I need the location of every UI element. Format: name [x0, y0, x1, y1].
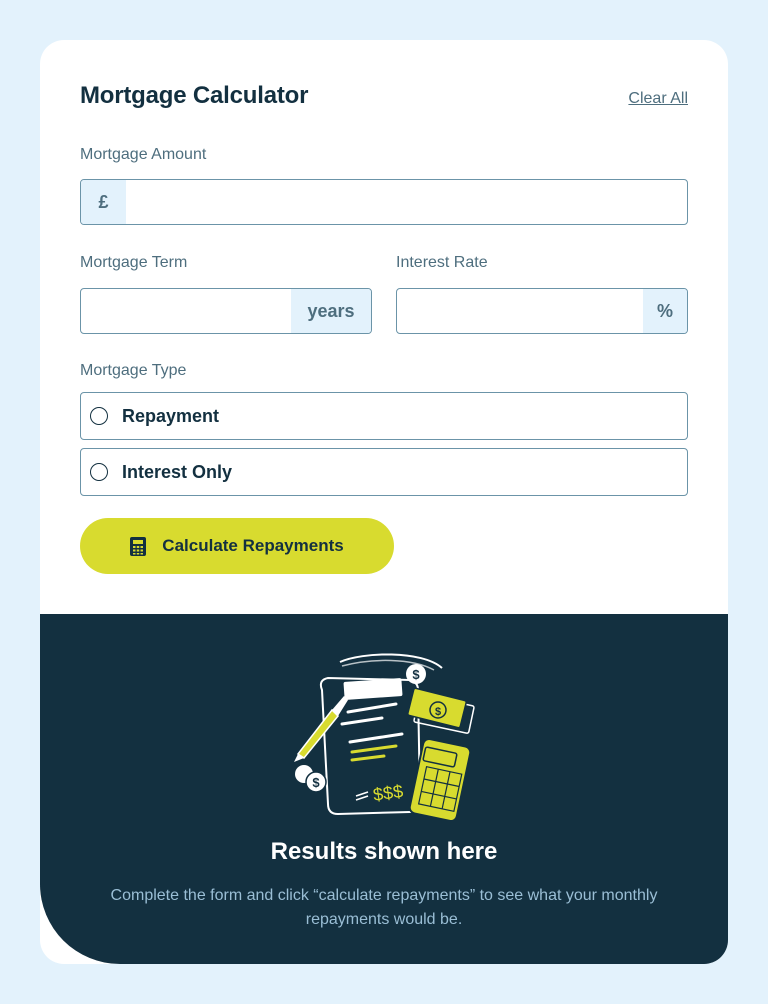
results-title: Results shown here [270, 838, 498, 865]
interest-rate-field: % [396, 288, 688, 334]
svg-text:$: $ [312, 775, 320, 790]
interest-rate-input[interactable] [397, 289, 643, 333]
calculate-button-label: Calculate Repayments [162, 536, 344, 555]
radio-option-repayment[interactable]: Repayment [80, 392, 688, 440]
svg-text:$: $ [412, 667, 420, 682]
mortgage-term-field: years [80, 288, 372, 334]
mortgage-amount-label: Mortgage Amount [80, 146, 207, 163]
calculator-icon [130, 536, 147, 556]
mortgage-type-label: Mortgage Type [80, 362, 187, 379]
mortgage-amount-field: £ [80, 179, 688, 225]
results-panel: $$$ $ $ $ Results shown here Complete th… [40, 614, 728, 964]
results-description: Complete the form and click “calculate r… [110, 887, 658, 928]
calculate-repayments-button[interactable]: Calculate Repayments [80, 518, 394, 574]
interest-rate-label: Interest Rate [396, 254, 488, 271]
dollar-signs-text: $$$ [372, 781, 405, 805]
svg-text:$: $ [435, 706, 441, 718]
radio-button[interactable] [90, 407, 108, 425]
radio-label-interest-only: Interest Only [122, 461, 233, 482]
mortgage-amount-input[interactable] [126, 180, 687, 224]
page-title: Mortgage Calculator [80, 82, 309, 109]
calculator-card: Mortgage Calculator Clear All Mortgage A… [40, 40, 728, 964]
percent-suffix: % [643, 289, 687, 333]
clear-all-link[interactable]: Clear All [628, 90, 688, 108]
mortgage-term-label: Mortgage Term [80, 254, 188, 271]
mortgage-term-input[interactable] [81, 289, 291, 333]
empty-results-illustration: $$$ $ $ $ [294, 653, 475, 820]
radio-option-interest-only[interactable]: Interest Only [80, 448, 688, 496]
years-suffix: years [291, 289, 371, 333]
currency-prefix: £ [81, 180, 126, 224]
radio-label-repayment: Repayment [122, 405, 220, 426]
radio-button[interactable] [90, 463, 108, 481]
